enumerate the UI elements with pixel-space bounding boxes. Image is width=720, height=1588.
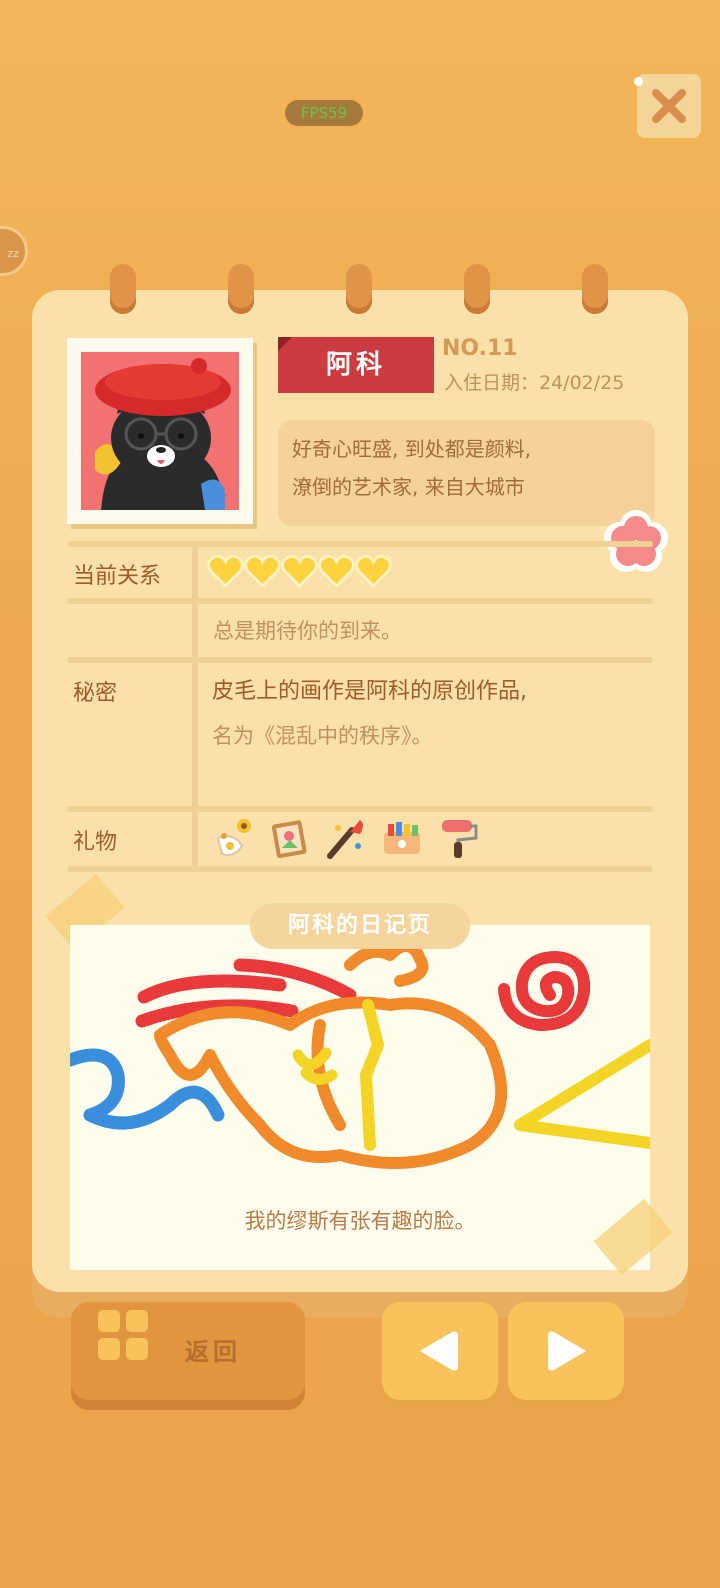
paint-roller-icon[interactable] xyxy=(436,816,480,860)
description-line: 好奇心旺盛, 到处都是颜料, xyxy=(292,437,532,461)
table-divider xyxy=(67,806,653,812)
heart-icon xyxy=(281,554,318,588)
arrow-right-icon xyxy=(548,1331,586,1371)
previous-button[interactable] xyxy=(382,1302,498,1400)
binder-ring xyxy=(228,264,254,314)
paint-box-icon[interactable] xyxy=(380,816,424,860)
picture-frame-icon[interactable] xyxy=(268,816,312,860)
back-button-label: 返回 xyxy=(185,1338,241,1366)
character-portrait xyxy=(67,338,253,524)
character-name: 阿科 xyxy=(278,337,434,393)
grid-menu-icon xyxy=(98,1310,148,1360)
description-line: 潦倒的艺术家, 来自大城市 xyxy=(292,475,525,499)
binder-ring xyxy=(464,264,490,314)
character-description: 好奇心旺盛, 到处都是颜料, 潦倒的艺术家, 来自大城市 xyxy=(278,420,655,526)
arrow-left-icon xyxy=(420,1331,458,1371)
table-divider xyxy=(67,866,653,872)
diary-caption: 我的缪斯有张有趣的脸。 xyxy=(244,1209,476,1233)
close-icon xyxy=(652,89,686,123)
relationship-label: 当前关系 xyxy=(73,564,162,589)
notification-dot xyxy=(634,77,643,86)
table-divider xyxy=(67,541,653,547)
secret-line: 皮毛上的画作是阿科的原创作品, xyxy=(212,679,527,704)
table-divider xyxy=(67,657,653,663)
binder-ring xyxy=(346,264,372,314)
gift-list xyxy=(212,816,480,860)
relationship-status: 总是期待你的到来。 xyxy=(213,619,402,643)
binder-ring xyxy=(582,264,608,314)
table-column-divider xyxy=(192,545,198,870)
cat-artist-portrait xyxy=(95,358,231,510)
name-tag-fold xyxy=(278,337,292,351)
diary-title: 阿科的日记页 xyxy=(250,903,470,949)
fps-counter: FPS59 xyxy=(285,100,363,126)
move-in-date: 入住日期：24/02/25 xyxy=(444,372,625,394)
next-button[interactable] xyxy=(508,1302,624,1400)
secret-label: 秘密 xyxy=(73,681,118,706)
binder-ring xyxy=(110,264,136,314)
paint-brush-icon[interactable] xyxy=(324,816,368,860)
relationship-hearts xyxy=(207,554,392,588)
heart-icon xyxy=(318,554,355,588)
gifts-label: 礼物 xyxy=(73,830,118,855)
close-button[interactable] xyxy=(637,74,701,138)
heart-icon xyxy=(355,554,392,588)
resident-number: NO.11 xyxy=(442,336,518,361)
heart-icon xyxy=(244,554,281,588)
heart-icon xyxy=(207,554,244,588)
sunflower-vase-icon[interactable] xyxy=(212,816,256,860)
side-badge[interactable]: zz xyxy=(0,226,28,276)
secret-line: 名为《混乱中的秩序》。 xyxy=(212,724,433,748)
table-divider xyxy=(67,598,653,604)
